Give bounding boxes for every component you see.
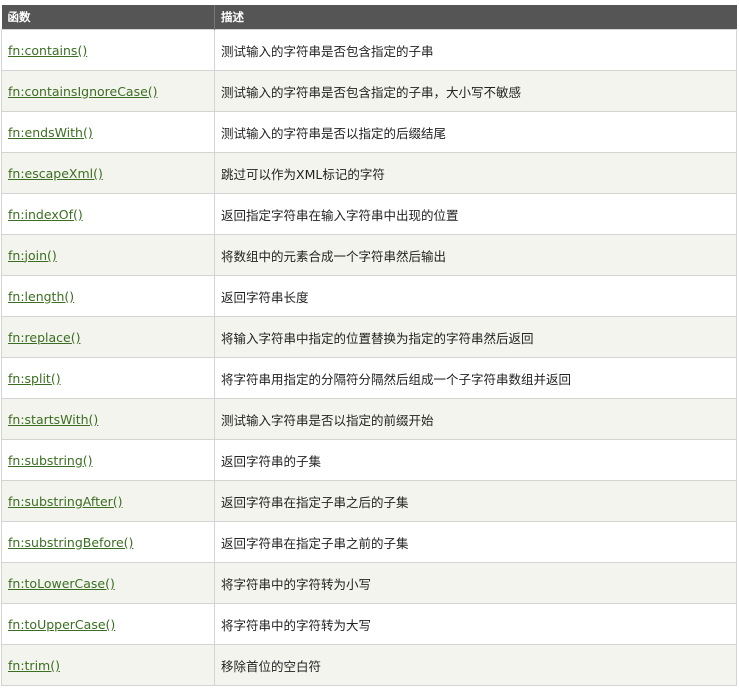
table-row: fn:toUpperCase() 将字符串中的字符转为大写 — [1, 603, 737, 645]
description-cell: 将字符串中的字符转为大写 — [214, 603, 737, 645]
table-row: fn:containsIgnoreCase() 测试输入的字符串是否包含指定的子串… — [1, 70, 737, 112]
description-cell: 返回字符串的子集 — [214, 439, 737, 481]
table-row: fn:startsWith() 测试输入字符串是否以指定的前缀开始 — [1, 398, 737, 440]
function-link[interactable]: fn:replace() — [8, 330, 80, 345]
function-link[interactable]: fn:escapeXml() — [8, 166, 103, 181]
table-row: fn:contains() 测试输入的字符串是否包含指定的子串 — [1, 29, 737, 71]
function-cell: fn:join() — [1, 234, 215, 276]
function-link[interactable]: fn:split() — [8, 371, 61, 386]
description-cell: 测试输入的字符串是否以指定的后缀结尾 — [214, 111, 737, 153]
function-cell: fn:replace() — [1, 316, 215, 358]
function-link[interactable]: fn:substringAfter() — [8, 494, 123, 509]
function-cell: fn:escapeXml() — [1, 152, 215, 194]
description-cell: 返回字符串在指定子串之前的子集 — [214, 521, 737, 563]
table-row: fn:split() 将字符串用指定的分隔符分隔然后组成一个子字符串数组并返回 — [1, 357, 737, 399]
function-link[interactable]: fn:substringBefore() — [8, 535, 133, 550]
table-row: fn:indexOf() 返回指定字符串在输入字符串中出现的位置 — [1, 193, 737, 235]
function-link[interactable]: fn:indexOf() — [8, 207, 83, 222]
table-row: fn:trim() 移除首位的空白符 — [1, 644, 737, 686]
table-row: fn:endsWith() 测试输入的字符串是否以指定的后缀结尾 — [1, 111, 737, 153]
description-cell: 返回指定字符串在输入字符串中出现的位置 — [214, 193, 737, 235]
function-cell: fn:startsWith() — [1, 398, 215, 440]
function-cell: fn:substringBefore() — [1, 521, 215, 563]
function-cell: fn:length() — [1, 275, 215, 317]
function-cell: fn:substringAfter() — [1, 480, 215, 522]
table-row: fn:substringAfter() 返回字符串在指定子串之后的子集 — [1, 480, 737, 522]
description-cell: 将字符串用指定的分隔符分隔然后组成一个子字符串数组并返回 — [214, 357, 737, 399]
table-row: fn:join() 将数组中的元素合成一个字符串然后输出 — [1, 234, 737, 276]
description-cell: 测试输入的字符串是否包含指定的子串 — [214, 29, 737, 71]
function-link[interactable]: fn:startsWith() — [8, 412, 98, 427]
function-cell: fn:containsIgnoreCase() — [1, 70, 215, 112]
description-cell: 将数组中的元素合成一个字符串然后输出 — [214, 234, 737, 276]
functions-table: 函数 描述 fn:contains() 测试输入的字符串是否包含指定的子串 fn:c… — [1, 5, 737, 686]
table-row: fn:substringBefore() 返回字符串在指定子串之前的子集 — [1, 521, 737, 563]
header-function: 函数 — [1, 5, 215, 30]
description-cell: 移除首位的空白符 — [214, 644, 737, 686]
function-link[interactable]: fn:length() — [8, 289, 74, 304]
description-cell: 将输入字符串中指定的位置替换为指定的字符串然后返回 — [214, 316, 737, 358]
function-link[interactable]: fn:containsIgnoreCase() — [8, 84, 158, 99]
function-cell: fn:substring() — [1, 439, 215, 481]
description-cell: 测试输入字符串是否以指定的前缀开始 — [214, 398, 737, 440]
table-row: fn:substring() 返回字符串的子集 — [1, 439, 737, 481]
table-row: fn:replace() 将输入字符串中指定的位置替换为指定的字符串然后返回 — [1, 316, 737, 358]
table-row: fn:length() 返回字符串长度 — [1, 275, 737, 317]
table-header-row: 函数 描述 — [1, 5, 737, 30]
function-link[interactable]: fn:toUpperCase() — [8, 617, 115, 632]
function-cell: fn:toLowerCase() — [1, 562, 215, 604]
description-cell: 将字符串中的字符转为小写 — [214, 562, 737, 604]
function-link[interactable]: fn:join() — [8, 248, 57, 263]
description-cell: 跳过可以作为XML标记的字符 — [214, 152, 737, 194]
table-row: fn:escapeXml() 跳过可以作为XML标记的字符 — [1, 152, 737, 194]
function-link[interactable]: fn:substring() — [8, 453, 93, 468]
description-cell: 测试输入的字符串是否包含指定的子串，大小写不敏感 — [214, 70, 737, 112]
function-cell: fn:contains() — [1, 29, 215, 71]
function-cell: fn:toUpperCase() — [1, 603, 215, 645]
function-cell: fn:split() — [1, 357, 215, 399]
functions-table-container: 函数 描述 fn:contains() 测试输入的字符串是否包含指定的子串 fn:c… — [1, 5, 737, 686]
description-cell: 返回字符串在指定子串之后的子集 — [214, 480, 737, 522]
description-cell: 返回字符串长度 — [214, 275, 737, 317]
function-cell: fn:trim() — [1, 644, 215, 686]
function-link[interactable]: fn:contains() — [8, 43, 87, 58]
table-row: fn:toLowerCase() 将字符串中的字符转为小写 — [1, 562, 737, 604]
header-description: 描述 — [214, 5, 737, 30]
table-body: fn:contains() 测试输入的字符串是否包含指定的子串 fn:contain… — [1, 29, 737, 686]
function-cell: fn:endsWith() — [1, 111, 215, 153]
function-link[interactable]: fn:endsWith() — [8, 125, 93, 140]
function-cell: fn:indexOf() — [1, 193, 215, 235]
function-link[interactable]: fn:trim() — [8, 658, 60, 673]
function-link[interactable]: fn:toLowerCase() — [8, 576, 115, 591]
